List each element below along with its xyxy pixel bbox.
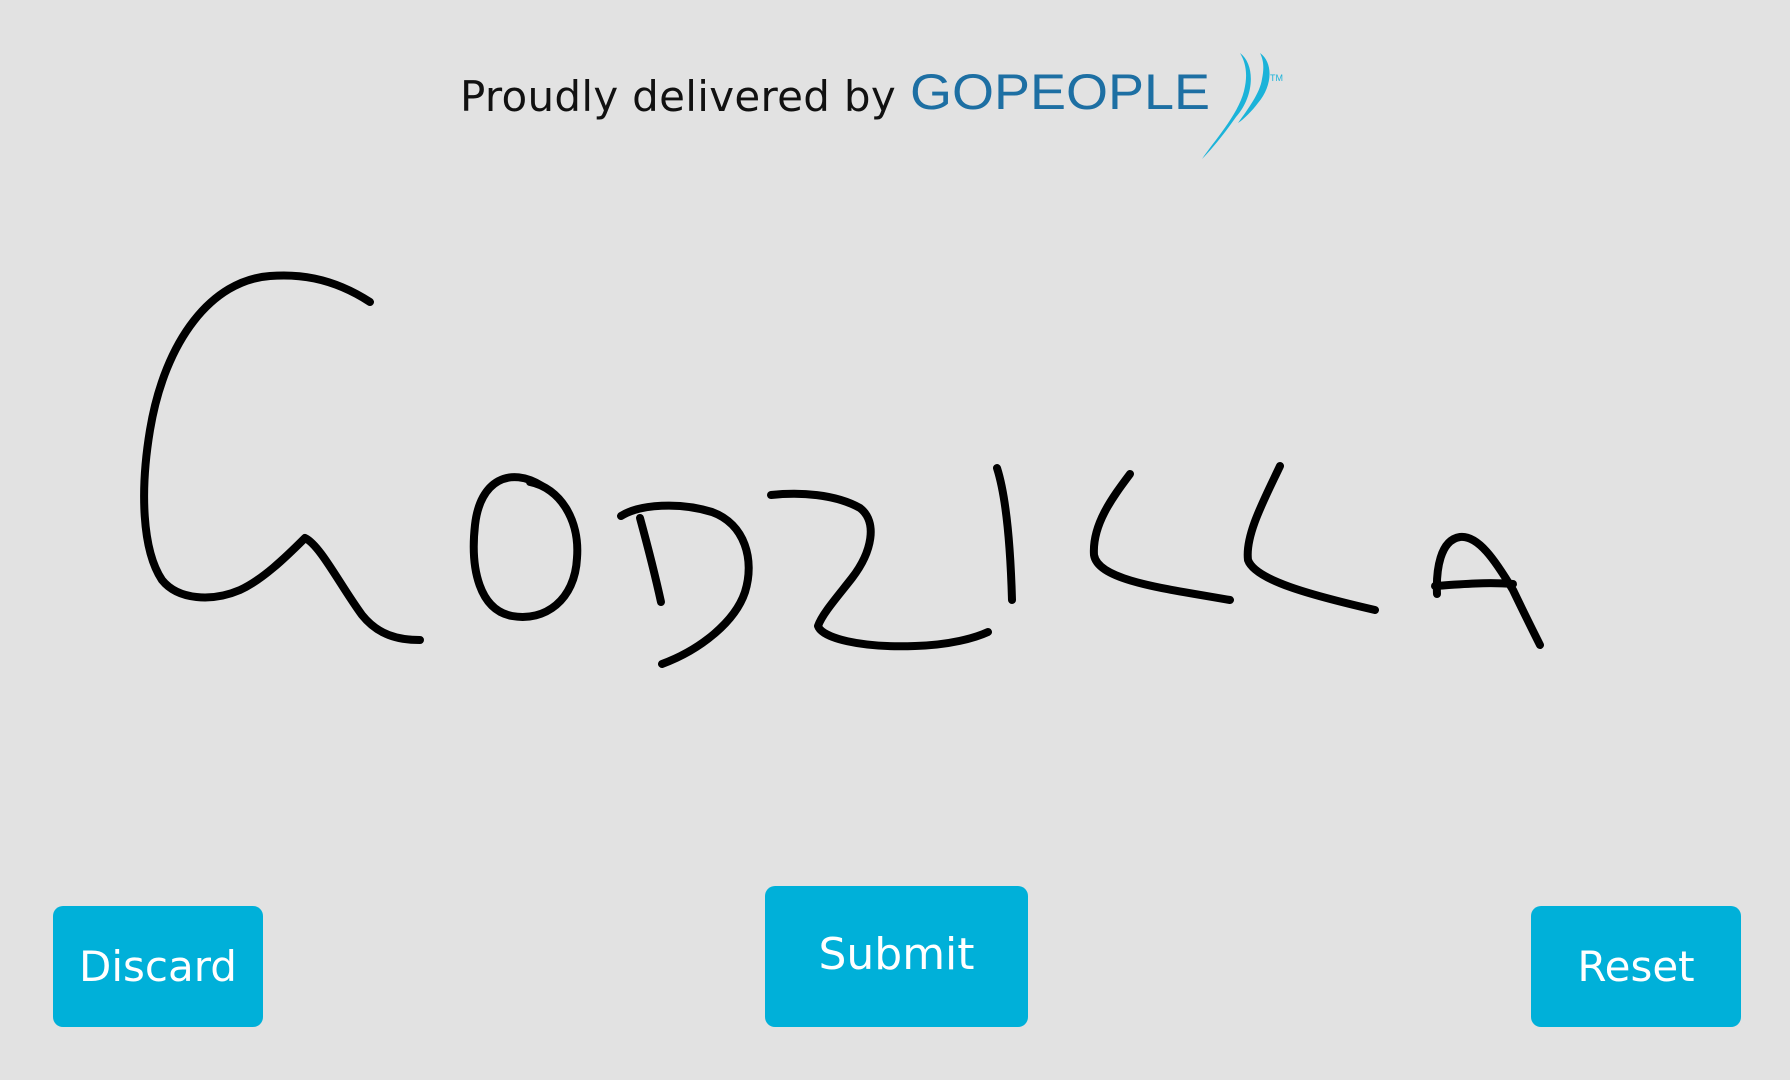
submit-button[interactable]: Submit	[765, 886, 1028, 1027]
gopeople-logo: GOPEOPLE TM	[910, 53, 1283, 159]
signature-screen: Proudly delivered by GOPEOPLE TM Discard…	[0, 0, 1790, 1080]
logo-tm: TM	[1270, 73, 1283, 83]
logo-text: GOPEOPLE	[910, 64, 1210, 120]
swoosh-icon	[1202, 53, 1270, 159]
reset-button[interactable]: Reset	[1531, 906, 1741, 1027]
signature-strokes	[140, 271, 1544, 668]
header: Proudly delivered by GOPEOPLE TM	[0, 40, 1790, 170]
discard-button[interactable]: Discard	[53, 906, 263, 1027]
header-text: Proudly delivered by	[459, 71, 897, 121]
signature-canvas[interactable]	[0, 190, 1790, 850]
signature-pad[interactable]	[0, 190, 1790, 850]
